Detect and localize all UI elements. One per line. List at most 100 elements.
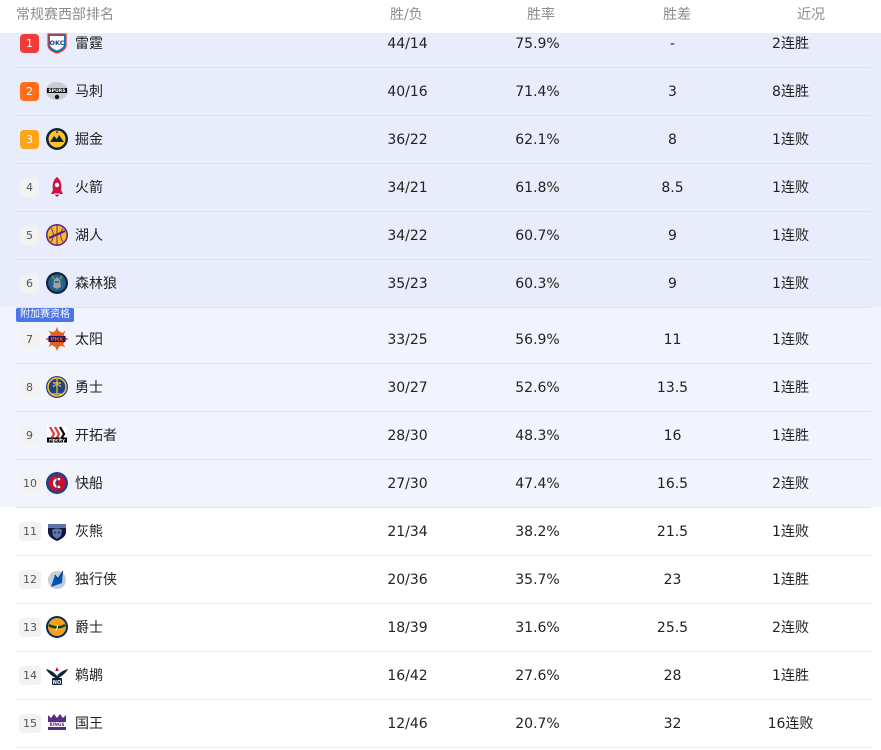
team-name[interactable]: 火箭 [75,164,103,212]
win-percentage: 31.6% [515,620,560,636]
rank-badge: 9 [20,426,39,445]
table-row[interactable]: 7 PHX 太阳 33/25 56.9% 11 1连败 [16,316,871,364]
games-behind: 8 [668,132,677,148]
win-loss-record: 34/22 [387,228,428,244]
games-behind: 32 [663,716,682,732]
table-row[interactable]: 10 快船 27/30 47.4% 16.5 2连败 [16,460,871,508]
games-behind: 23 [663,572,682,588]
table-row[interactable]: 9 ripcity 开拓者 28/30 48.3% 16 1连胜 [16,412,871,460]
win-loss-record: 30/27 [387,380,428,396]
rank-badge: 7 [20,330,39,349]
streak: 1连败 [772,332,809,348]
rank-badge: 2 [20,82,39,101]
table-row[interactable]: 12 独行侠 20/36 35.7% 23 1连胜 [16,556,871,604]
table-row[interactable]: 4 火箭 34/21 61.8% 8.5 1连败 [16,164,871,212]
table-row[interactable]: 1 OKC 雷霆 44/14 75.9% - 2连胜 [16,20,871,68]
win-percentage: 60.7% [515,228,560,244]
team-name[interactable]: 灰熊 [75,508,103,556]
svg-text:SPURS: SPURS [48,88,65,94]
win-percentage: 27.6% [515,668,560,684]
timberwolves-logo-icon [45,271,69,295]
win-loss-record: 33/25 [387,332,428,348]
table-row[interactable]: 2 SPURS 马刺 40/16 71.4% 3 8连胜 [16,68,871,116]
team-name[interactable]: 太阳 [75,316,103,364]
svg-text:KINGS: KINGS [50,722,65,727]
table-row[interactable]: 13 J 爵士 18/39 31.6% 25.5 2连败 [16,604,871,652]
table-row[interactable]: 14 NO 鹈鹕 16/42 27.6% 28 1连胜 [16,652,871,700]
games-behind: 11 [663,332,682,348]
svg-text:OKC: OKC [49,39,64,47]
win-percentage: 75.9% [515,36,560,52]
team-name[interactable]: 勇士 [75,364,103,412]
spurs-logo-icon: SPURS [45,79,69,103]
win-loss-record: 16/42 [387,668,428,684]
rank-badge: 8 [20,378,39,397]
streak: 1连败 [772,276,809,292]
team-name[interactable]: 爵士 [75,604,103,652]
win-percentage: 48.3% [515,428,560,444]
games-behind: 16.5 [656,476,689,492]
row-divider [16,747,871,748]
rank-badge: 15 [19,714,41,733]
team-name[interactable]: 湖人 [75,212,103,260]
rank-badge: 11 [19,522,41,541]
win-loss-record: 44/14 [387,36,428,52]
pelicans-logo-icon: NO [45,663,69,687]
rank-badge: 13 [19,618,41,637]
svg-text:NO: NO [53,680,61,686]
win-percentage: 56.9% [515,332,560,348]
streak: 1连胜 [772,428,809,444]
table-row[interactable]: 8 勇士 30/27 52.6% 13.5 1连胜 [16,364,871,412]
trail-blazers-logo-icon: ripcity [45,423,69,447]
streak: 2连胜 [772,36,809,52]
win-percentage: 61.8% [515,180,560,196]
win-percentage: 71.4% [515,84,560,100]
streak: 2连败 [772,476,809,492]
team-name[interactable]: 马刺 [75,68,103,116]
games-behind: 21.5 [656,524,689,540]
win-loss-record: 34/21 [387,180,428,196]
team-name[interactable]: 森林狼 [75,260,117,308]
table-row[interactable]: 3 掘金 36/22 62.1% 8 1连败 [16,116,871,164]
win-loss-record: 20/36 [387,572,428,588]
team-name[interactable]: 鹈鹕 [75,652,103,700]
team-name[interactable]: 开拓者 [75,412,117,460]
win-loss-record: 28/30 [387,428,428,444]
streak: 1连败 [772,132,809,148]
team-name[interactable]: 雷霆 [75,20,103,68]
win-percentage: 20.7% [515,716,560,732]
grizzlies-logo-icon [45,519,69,543]
svg-text:ripcity: ripcity [49,438,65,444]
team-name[interactable]: 独行侠 [75,556,117,604]
win-loss-record: 21/34 [387,524,428,540]
rank-badge: 4 [20,178,39,197]
win-percentage: 62.1% [515,132,560,148]
win-percentage: 52.6% [515,380,560,396]
streak: 16连败 [767,716,814,732]
team-name[interactable]: 快船 [75,460,103,508]
win-loss-record: 35/23 [387,276,428,292]
games-behind: 9 [668,276,677,292]
streak: 2连败 [772,620,809,636]
warriors-logo-icon [45,375,69,399]
streak: 8连胜 [772,84,809,100]
team-name[interactable]: 国王 [75,700,103,748]
team-name[interactable]: 掘金 [75,116,103,164]
win-loss-record: 27/30 [387,476,428,492]
games-behind: 3 [668,84,677,100]
win-loss-record: 18/39 [387,620,428,636]
row-divider [16,307,871,308]
win-loss-record: 40/16 [387,84,428,100]
kings-logo-icon: KINGS [45,711,69,735]
suns-logo-icon: PHX [45,327,69,351]
streak: 1连败 [772,180,809,196]
table-row[interactable]: 6 森林狼 35/23 60.3% 9 1连败 [16,260,871,308]
win-percentage: 38.2% [515,524,560,540]
table-row[interactable]: 15 KINGS 国王 12/46 20.7% 32 16连败 [16,700,871,748]
lakers-logo-icon [45,223,69,247]
rank-badge: 1 [20,34,39,53]
table-row[interactable]: 5 湖人 34/22 60.7% 9 1连败 [16,212,871,260]
games-behind: 25.5 [656,620,689,636]
table-row[interactable]: 11 灰熊 21/34 38.2% 21.5 1连败 [16,508,871,556]
streak: 1连胜 [772,668,809,684]
